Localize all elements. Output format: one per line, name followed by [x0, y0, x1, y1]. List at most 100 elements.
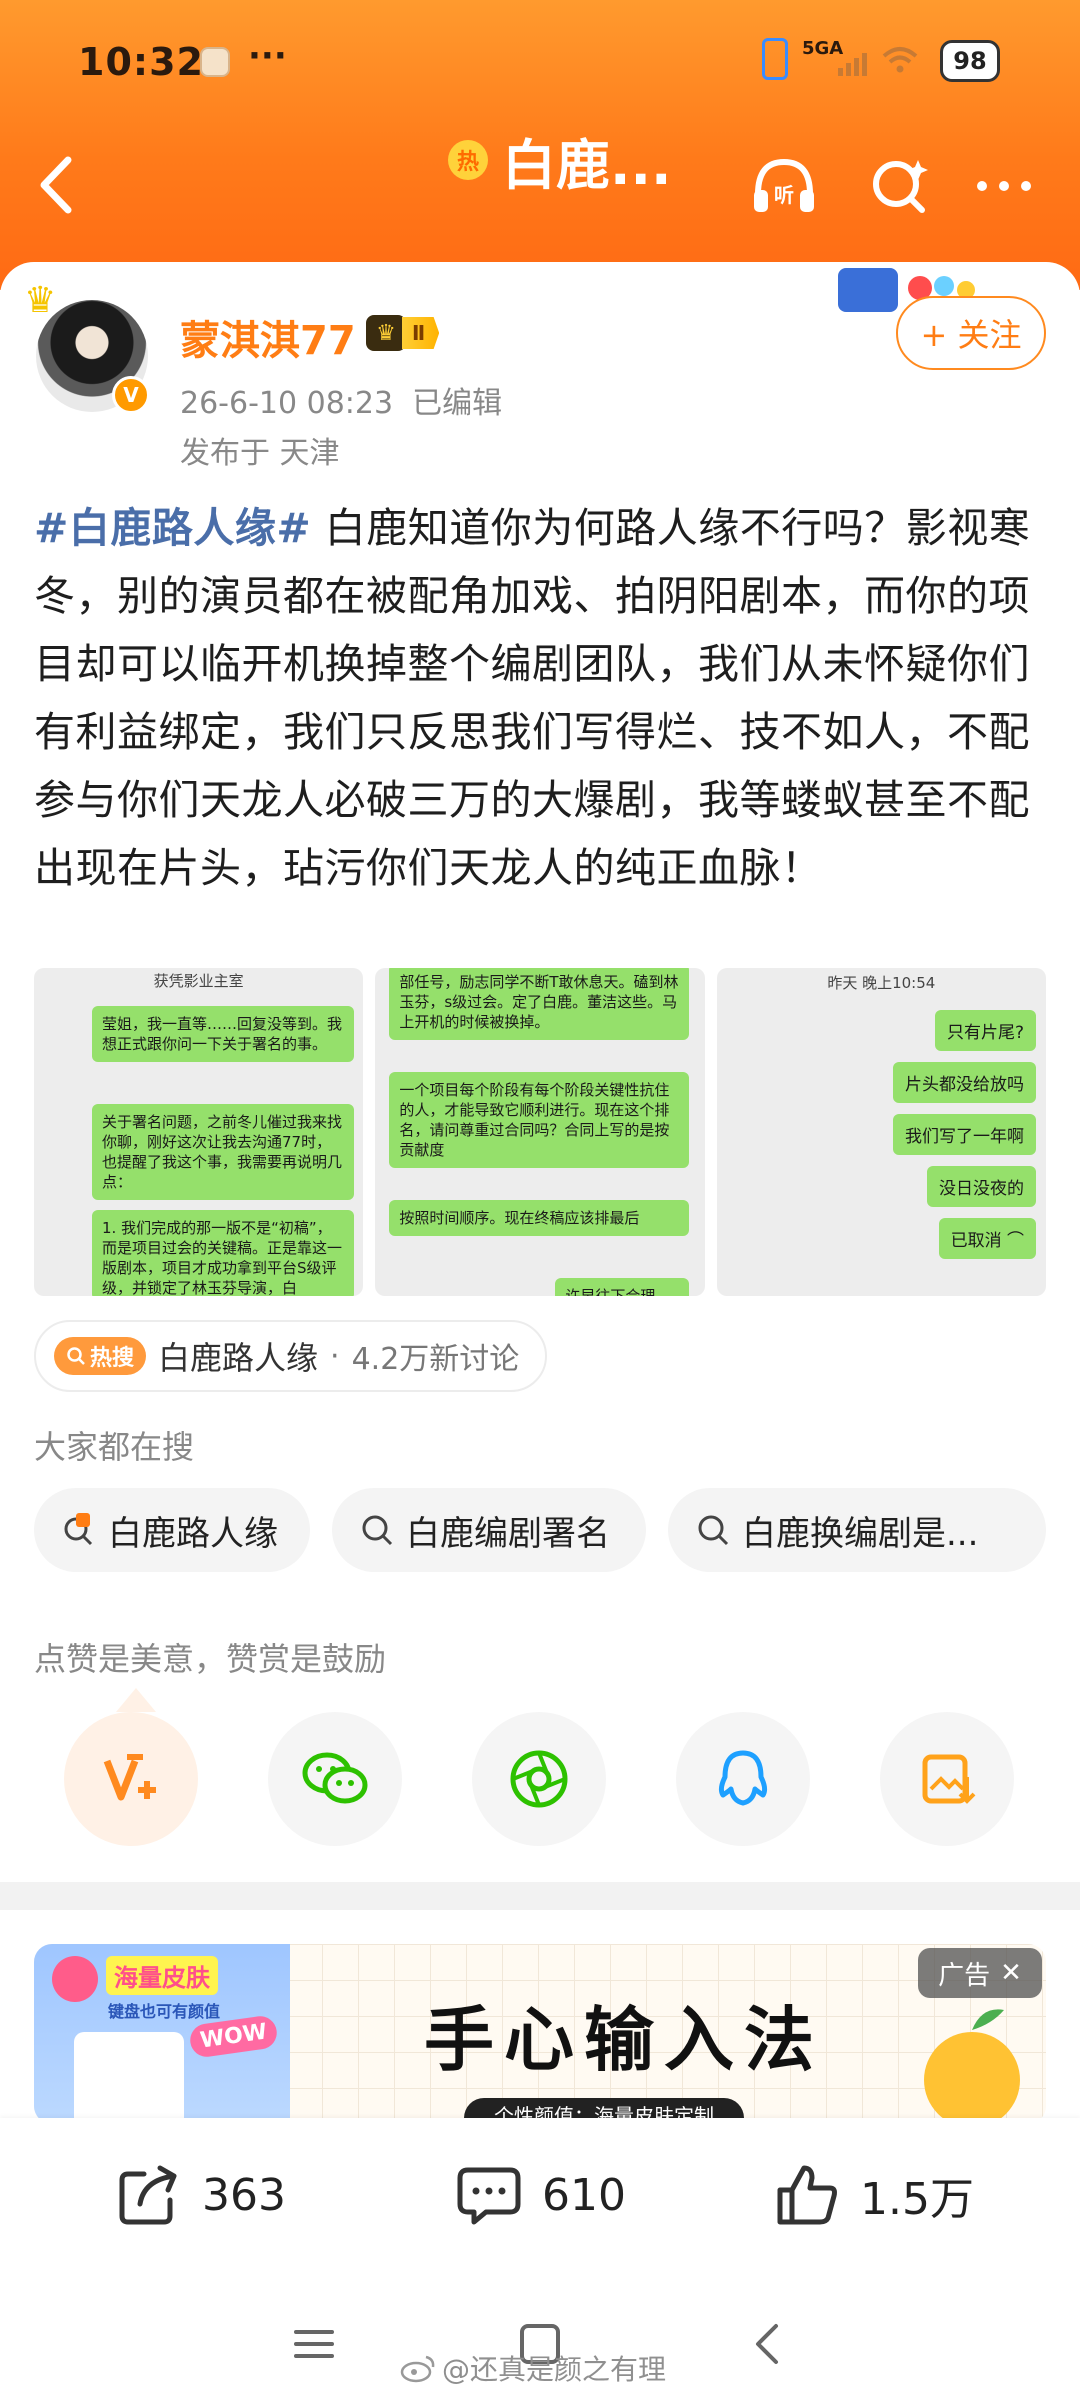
chat-bubble: 我们写了一年啊 [892, 1114, 1036, 1155]
svg-text:听: 听 [774, 183, 794, 207]
post-time-value: 26-6-10 08:23 [180, 386, 394, 421]
related-search-label: 白鹿路人缘 [108, 1513, 278, 1554]
orange-fruit-icon [924, 2009, 1020, 2124]
post-timestamp: 26-6-10 08:23 已编辑 [180, 378, 502, 422]
comment-icon [457, 2167, 521, 2225]
user-level-badge: ♛ Ⅱ [366, 314, 440, 352]
topic-discussion-count: 4.2万新讨论 [351, 1342, 520, 1377]
share-qq-button[interactable] [676, 1712, 810, 1846]
repost-icon [119, 2165, 177, 2225]
more-notifications-icon: ··· [248, 36, 287, 76]
save-image-button[interactable] [880, 1712, 1014, 1846]
share-wechat-button[interactable] [268, 1712, 402, 1846]
repost-button[interactable]: 363 [114, 2160, 286, 2230]
related-search-chip[interactable]: 白鹿编剧署名 [332, 1488, 646, 1572]
search-icon [698, 1515, 729, 1546]
praise-tip: 点赞是美意，赞赏是鼓励 [34, 1640, 387, 1678]
post-image-2[interactable]: 部任号，励志同学不断T敢休息天。磕到林玉芬，s级过会。定了白鹿。董洁这些。马上开… [375, 968, 705, 1296]
topic-name: 白鹿路人缘 [158, 1339, 319, 1377]
thumbs-up-icon [777, 2165, 837, 2225]
post-location: 发布于 天津 [180, 436, 340, 471]
search-icon [67, 1347, 85, 1365]
chat-bubble: 许早往下合理 [555, 1278, 690, 1296]
chat-header: 获凭影业主室 [153, 972, 244, 990]
notification-app-icon [200, 47, 230, 77]
menu-icon[interactable] [290, 2320, 338, 2368]
close-icon[interactable]: ✕ [1000, 1958, 1022, 1988]
level-number: Ⅱ [402, 317, 440, 349]
wechat-icon [302, 1752, 368, 1804]
related-search-chip[interactable]: 白鹿路人缘 [34, 1488, 310, 1572]
hot-topic-chip[interactable]: 热搜 白鹿路人缘 · 4.2万新讨论 [34, 1320, 548, 1392]
ad-close-tag[interactable]: 广告 ✕ [918, 1948, 1042, 1998]
ad-banner[interactable]: 海量皮肤 键盘也可有颜值 WOW 手心输入法 个性颜值：海量皮肤定制 [34, 1944, 1046, 2124]
status-time: 10:32 [78, 40, 204, 84]
status-bar: 10:32 ··· 5GA 98 [0, 0, 1080, 130]
related-search-title: 大家都在搜 [34, 1428, 195, 1466]
chat-bubble: 关于署名问题，之前冬儿催过我来找你聊，刚好这次让我去沟通77时，也提醒了我这个事… [92, 1104, 354, 1200]
image-gallery: 获凭影业主室 莹姐，我一直等……回复没等到。我想正式跟你问一下关于署名的事。 关… [34, 968, 1046, 1296]
chat-bubble: 没日没夜的 [926, 1166, 1036, 1207]
post-text: 白鹿知道你为何路人缘不行吗？影视寒冬，别的演员都在被配角加戏、拍阴阳剧本，而你的… [34, 504, 1031, 892]
weibo-logo-icon [400, 2355, 435, 2383]
ad-left-subtitle: 键盘也可有颜值 [108, 2002, 221, 2021]
more-icon[interactable] [968, 150, 1040, 222]
ad-label: 广告 [938, 1960, 991, 1991]
page-title: 白鹿... [502, 133, 672, 197]
post-body: #白鹿路人缘# 白鹿知道你为何路人缘不行吗？影视寒冬，别的演员都在被配角加戏、拍… [34, 494, 1046, 902]
reward-button[interactable] [64, 1712, 198, 1846]
post-image-3[interactable]: 昨天 晚上10:54 只有片尾? 片头都没给放吗 我们写了一年啊 没日没夜的 已… [716, 968, 1046, 1296]
system-back-icon[interactable] [744, 2320, 792, 2368]
share-row [64, 1712, 1014, 1846]
back-arrow-icon[interactable] [32, 150, 82, 220]
watermark: @还真是颜之有理 [400, 2348, 666, 2388]
ad-phone-mockup [74, 2032, 184, 2124]
bottom-action-bar: 363 610 1.5万 [0, 2118, 1080, 2268]
ad-left-panel: 海量皮肤 键盘也可有颜值 WOW [34, 1944, 290, 2124]
crown-icon: ♛ [24, 280, 57, 321]
listen-headphones-icon[interactable]: 听 [748, 150, 820, 222]
nav-title-group: 热 白鹿... [448, 125, 672, 197]
chat-bubble: 部任号，励志同学不断T敢休息天。磕到林玉芬，s级过会。定了白鹿。董洁这些。马上开… [389, 968, 690, 1040]
chat-bubble: 按照时间顺序。现在终稿应该排最后 [389, 1200, 690, 1236]
ad-mascot-icon [52, 1956, 98, 2002]
hot-search-tag: 热搜 [54, 1337, 147, 1375]
comment-button[interactable]: 610 [454, 2160, 626, 2230]
chat-bubble: 已取消 ⌒ [938, 1218, 1036, 1259]
chat-bubble: 一个项目每个阶段有每个阶段关键性抗住的人，才能导致它顺利进行。现在这个排名，请问… [389, 1072, 690, 1168]
hot-icon: 热 [448, 140, 488, 180]
search-icon[interactable] [864, 150, 936, 222]
post-image-1[interactable]: 获凭影业主室 莹姐，我一直等……回复没等到。我想正式跟你问一下关于署名的事。 关… [34, 968, 364, 1296]
author-name[interactable]: 蒙淇淇77 [180, 308, 356, 366]
moments-icon [510, 1750, 568, 1808]
weibo-v-plus-icon [103, 1754, 156, 1801]
phone-icon [762, 38, 788, 80]
hot-search-label: 热搜 [90, 1346, 135, 1371]
chat-bubble: 莹姐，我一直等……回复没等到。我想正式跟你问一下关于署名的事。 [92, 1006, 354, 1062]
watermark-text: @还真是颜之有理 [442, 2353, 667, 2386]
follow-button[interactable]: + 关注 [896, 296, 1046, 370]
related-search-chip[interactable]: 白鹿换编剧是... [668, 1488, 1046, 1572]
battery-icon: 98 [940, 40, 1000, 82]
signal-icon [838, 52, 867, 76]
topic-separator: · [330, 1338, 340, 1374]
related-search-label: 白鹿编剧署名 [406, 1513, 610, 1554]
ad-left-title: 海量皮肤 [106, 1956, 218, 1995]
like-button[interactable]: 1.5万 [772, 2160, 974, 2230]
section-divider [0, 1882, 1080, 1910]
share-moments-button[interactable] [472, 1712, 606, 1846]
related-search-label: 白鹿换编剧是... [742, 1513, 979, 1554]
chat-header: 昨天 晚上10:54 [827, 974, 936, 992]
chat-bubble: 1. 我们完成的那一版不是“初稿”，而是项目过会的关键稿。正是靠这一版剧本，项目… [92, 1210, 354, 1296]
chat-bubble: 只有片尾? [934, 1010, 1036, 1051]
ad-title: 手心输入法 [424, 1999, 824, 2081]
comment-count: 610 [542, 2169, 626, 2221]
edited-label: 已编辑 [412, 386, 503, 421]
verified-v-icon: V [112, 376, 150, 414]
qq-icon [718, 1750, 768, 1806]
repost-count: 363 [202, 2169, 286, 2221]
related-search-list: 白鹿路人缘 白鹿编剧署名 白鹿换编剧是... [34, 1488, 1046, 1572]
like-count: 1.5万 [860, 2174, 974, 2225]
level-crown-icon: ♛ [366, 315, 406, 351]
post-hashtag[interactable]: #白鹿路人缘# [34, 504, 311, 552]
